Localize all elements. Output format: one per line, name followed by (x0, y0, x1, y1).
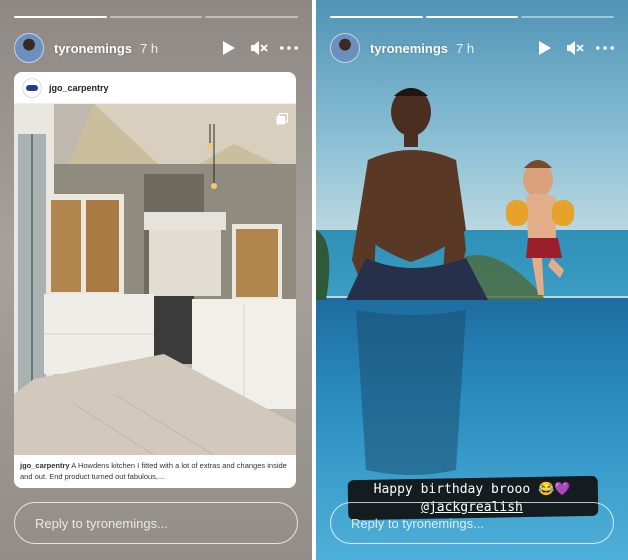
story-username[interactable]: tyronemings (370, 41, 448, 56)
avatar[interactable] (330, 33, 360, 63)
play-icon[interactable] (220, 39, 238, 57)
story-header: tyronemings 7 h (14, 33, 298, 63)
story-header: tyronemings 7 h (330, 33, 614, 63)
more-icon[interactable] (280, 39, 298, 57)
shared-post-header: jgo_carpentry (14, 72, 296, 104)
progress-segment (330, 16, 423, 18)
reply-placeholder: Reply to tyronemings... (35, 515, 168, 531)
story-panel-right[interactable]: tyronemings 7 h Happy birthday brooo 😂💜 … (316, 0, 628, 560)
story-panel-left[interactable]: tyronemings 7 h jgo_carpentry jgo_carpen… (0, 0, 312, 560)
play-icon[interactable] (536, 39, 554, 57)
progress-segment (521, 16, 615, 18)
mute-icon[interactable] (566, 39, 584, 57)
shared-post-card[interactable]: jgo_carpentry jgo_carpentry A Howdens ki… (14, 72, 296, 488)
reply-input[interactable]: Reply to tyronemings... (14, 502, 298, 544)
avatar[interactable] (14, 33, 44, 63)
story-text-birthday: Happy birthday brooo 😂💜 (373, 482, 571, 497)
story-progress (14, 16, 299, 19)
shared-post-caption: jgo_carpentry A Howdens kitchen I fitted… (14, 456, 296, 488)
multiple-images-icon (276, 112, 289, 125)
story-timestamp: 7 h (140, 40, 159, 56)
kitchen-photo (14, 104, 296, 455)
reply-placeholder: Reply to tyronemings... (351, 515, 484, 531)
more-icon[interactable] (596, 39, 614, 57)
story-progress (330, 16, 615, 19)
progress-segment (205, 16, 299, 18)
story-timestamp: 7 h (456, 40, 475, 56)
progress-segment (425, 16, 519, 18)
mute-icon[interactable] (250, 39, 268, 57)
caption-username[interactable]: jgo_carpentry (20, 461, 70, 470)
story-username[interactable]: tyronemings (54, 41, 132, 56)
reply-input[interactable]: Reply to tyronemings... (330, 502, 614, 544)
post-avatar[interactable] (22, 77, 42, 98)
kitchen-illustration (14, 104, 296, 455)
progress-segment (14, 16, 107, 18)
shared-post-username[interactable]: jgo_carpentry (49, 83, 109, 93)
progress-segment (109, 16, 203, 18)
